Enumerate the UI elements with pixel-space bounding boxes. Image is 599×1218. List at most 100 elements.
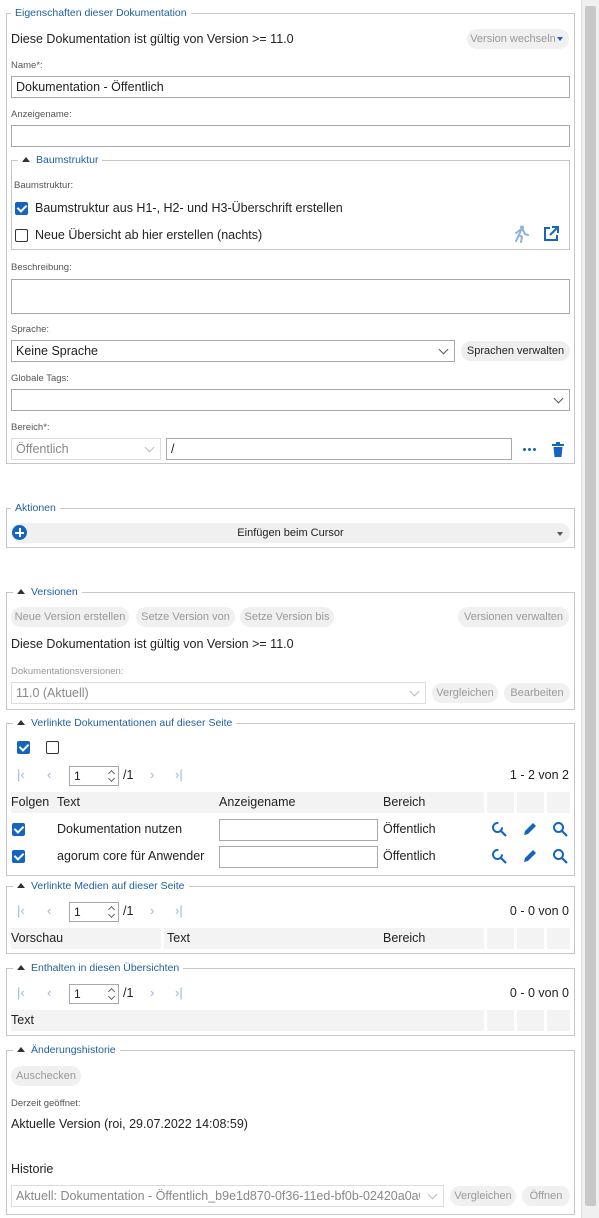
table-row[interactable]: Dokumentation nutzen Öffentlich <box>11 817 570 843</box>
stepper-down-icon[interactable] <box>107 774 116 783</box>
col-folgen[interactable]: Folgen <box>11 792 49 813</box>
last-page-icon[interactable]: ›| <box>175 903 183 919</box>
auschecken-button[interactable]: Auschecken <box>11 1066 81 1086</box>
col-anzeigename[interactable]: Anzeigename <box>219 792 295 813</box>
folgen-checkbox[interactable] <box>12 823 25 836</box>
anzeigename-input[interactable] <box>11 125 570 147</box>
setze-version-bis-button[interactable]: Setze Version bis <box>240 607 334 627</box>
sprache-select[interactable]: Keine Sprache <box>11 340 455 362</box>
next-page-icon[interactable]: › <box>150 985 154 1001</box>
verlinkte-dok-legend[interactable]: Verlinkte Dokumentationen auf dieser Sei… <box>13 716 237 730</box>
trash-icon[interactable] <box>552 442 564 457</box>
scrollbar-thumb[interactable] <box>585 6 596 1206</box>
col-text[interactable]: Text <box>57 792 80 813</box>
historie-select[interactable]: Aktuell: Dokumentation - Öffentlich_b9e1… <box>11 1185 444 1207</box>
prev-page-icon[interactable]: ‹ <box>47 985 51 1001</box>
prev-page-icon[interactable]: ‹ <box>47 903 51 919</box>
dokumentationsversionen-label: Dokumentationsversionen: <box>11 666 124 677</box>
edit-icon[interactable] <box>522 848 538 864</box>
versionen-legend[interactable]: Versionen <box>13 585 82 599</box>
search-reload-icon[interactable] <box>491 848 507 864</box>
bereich-value: Öffentlich <box>16 442 69 456</box>
result-count: 0 - 0 von 0 <box>509 986 569 1000</box>
first-page-icon[interactable]: |‹ <box>17 903 25 919</box>
oeffnen-button[interactable]: Öffnen <box>522 1186 570 1206</box>
bereich-label: Bereich*: <box>11 422 50 433</box>
verlinkte-medien-legend-label: Verlinkte Medien auf dieser Seite <box>31 880 185 892</box>
neue-uebersicht-label: Neue Übersicht ab hier erstellen (nachts… <box>35 228 263 242</box>
beschreibung-input[interactable] <box>11 279 570 314</box>
baumstruktur-legend[interactable]: Baumstruktur <box>18 153 103 167</box>
bereich-select[interactable]: Öffentlich <box>11 438 161 460</box>
eigenschaften-section: Eigenschaften dieser Dokumentation Diese… <box>6 6 575 464</box>
neue-uebersicht-checkbox[interactable] <box>15 229 28 242</box>
vergleichen-button[interactable]: Vergleichen <box>432 683 498 703</box>
properties-panel: Eigenschaften dieser Dokumentation Diese… <box>0 0 581 1218</box>
historie-value: Aktuell: Dokumentation - Öffentlich_b9e1… <box>16 1189 420 1203</box>
page-stepper[interactable]: 1 <box>69 902 119 922</box>
dokumentationsversionen-select[interactable]: 11.0 (Aktuell) <box>11 682 426 704</box>
page-total: /1 <box>123 986 134 1000</box>
historie-legend-label: Änderungshistorie <box>31 1044 116 1056</box>
col-bereich[interactable]: Bereich <box>383 928 425 949</box>
run-icon[interactable] <box>513 225 529 243</box>
col-text[interactable]: Text <box>167 928 190 949</box>
next-page-icon[interactable]: › <box>150 903 154 919</box>
chevron-down-icon <box>427 1189 438 1200</box>
name-input[interactable]: Dokumentation - Öffentlich <box>11 76 570 98</box>
select-all-checkbox[interactable] <box>17 741 30 754</box>
derzeit-value: Aktuelle Version (roi, 29.07.2022 14:08:… <box>11 1117 248 1131</box>
collapse-icon <box>17 1047 25 1052</box>
table-row[interactable]: agorum core für Anwender Öffentlich <box>11 844 570 870</box>
stepper-down-icon[interactable] <box>107 910 116 919</box>
page-stepper[interactable]: 1 <box>69 766 119 786</box>
aktionen-section: Aktionen Einfügen beim Cursor <box>6 501 575 548</box>
page-number: 1 <box>74 769 81 783</box>
folgen-checkbox[interactable] <box>12 850 25 863</box>
first-page-icon[interactable]: |‹ <box>17 767 25 783</box>
prev-page-icon[interactable]: ‹ <box>47 767 51 783</box>
einfuegen-button[interactable]: Einfügen beim Cursor <box>11 523 570 543</box>
row-anzeigename-input[interactable] <box>219 846 378 868</box>
eigenschaften-legend: Eigenschaften dieser Dokumentation <box>11 6 191 20</box>
stepper-down-icon[interactable] <box>107 992 116 1001</box>
page-stepper[interactable]: 1 <box>69 984 119 1004</box>
search-reload-icon[interactable] <box>491 821 507 837</box>
collapse-icon <box>17 720 25 725</box>
open-external-icon[interactable] <box>543 226 559 242</box>
search-icon[interactable] <box>552 848 568 864</box>
row-anzeigename-input[interactable] <box>219 819 378 841</box>
verlinkte-dok-section: Verlinkte Dokumentationen auf dieser Sei… <box>6 716 575 876</box>
col-text[interactable]: Text <box>11 1010 34 1031</box>
next-page-icon[interactable]: › <box>150 767 154 783</box>
verlinkte-medien-legend[interactable]: Verlinkte Medien auf dieser Seite <box>13 879 189 893</box>
more-icon[interactable] <box>523 448 536 451</box>
sprachen-verwalten-button[interactable]: Sprachen verwalten <box>461 341 570 361</box>
col-vorschau[interactable]: Vorschau <box>11 928 63 949</box>
historie-vergleichen-button[interactable]: Vergleichen <box>450 1186 516 1206</box>
bereich-path-input[interactable]: / <box>166 438 512 460</box>
setze-version-von-button[interactable]: Setze Version von <box>136 607 235 627</box>
search-icon[interactable] <box>552 821 568 837</box>
versionen-verwalten-button[interactable]: Versionen verwalten <box>458 607 569 627</box>
bearbeiten-button[interactable]: Bearbeiten <box>504 683 570 703</box>
vertical-scrollbar[interactable] <box>581 0 599 1218</box>
globale-tags-label: Globale Tags: <box>11 373 69 384</box>
first-page-icon[interactable]: |‹ <box>17 985 25 1001</box>
edit-icon[interactable] <box>522 821 538 837</box>
baumstruktur-checkbox[interactable] <box>15 202 28 215</box>
last-page-icon[interactable]: ›| <box>175 985 183 1001</box>
globale-tags-select[interactable] <box>11 389 570 411</box>
collapse-icon <box>17 589 25 594</box>
last-page-icon[interactable]: ›| <box>175 767 183 783</box>
neue-version-button[interactable]: Neue Version erstellen <box>11 607 129 627</box>
chevron-down-icon <box>438 344 449 355</box>
collapse-icon <box>17 883 25 888</box>
uebersichten-legend[interactable]: Enthalten in diesen Übersichten <box>13 961 184 975</box>
uebersichten-section: Enthalten in diesen Übersichten |‹ ‹ 1 /… <box>6 961 575 1036</box>
col-bereich[interactable]: Bereich <box>383 792 425 813</box>
historie-legend[interactable]: Änderungshistorie <box>13 1043 120 1057</box>
row-text: Dokumentation nutzen <box>57 822 183 836</box>
version-wechseln-button[interactable]: Version wechseln <box>467 29 569 49</box>
deselect-all-checkbox[interactable] <box>46 741 59 754</box>
